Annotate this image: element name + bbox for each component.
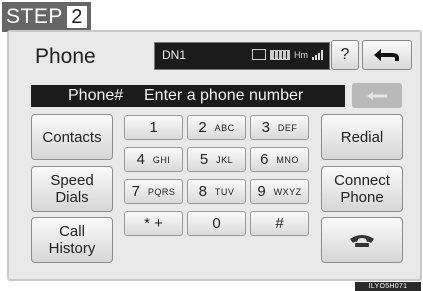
key-letters: WXYZ — [273, 186, 302, 197]
key-digit: # — [275, 215, 284, 232]
connect-phone-button[interactable]: Connect Phone — [321, 166, 403, 212]
key-3[interactable]: 3 DEF — [250, 115, 309, 140]
key-digit: 5 — [199, 151, 209, 168]
status-icons: Hm — [252, 49, 323, 60]
key-letters: TUV — [214, 186, 235, 197]
device-name: DN1 — [162, 48, 187, 62]
key-2[interactable]: 2 ABC — [187, 115, 246, 140]
key-digit: 1 — [149, 119, 158, 136]
signal-strength-icon — [312, 49, 323, 60]
speed-dials-line-2: Dials — [55, 189, 89, 206]
call-history-line-2: History — [48, 240, 96, 257]
phone-number-label: Phone# — [68, 87, 124, 104]
step-label: STEP 2 — [2, 2, 91, 32]
key-star-plus[interactable]: * + — [124, 211, 183, 236]
key-8[interactable]: 8 TUV — [187, 179, 246, 204]
redial-label: Redial — [340, 128, 384, 146]
key-digit: 2 — [198, 119, 207, 136]
delete-button[interactable] — [352, 83, 402, 108]
connect-phone-label: Connect Phone — [334, 172, 390, 206]
phone-number-field[interactable]: Phone# Enter a phone number — [31, 85, 345, 107]
phone-handset-icon — [350, 235, 374, 247]
key-digit: 8 — [198, 183, 207, 200]
key-digit: 9 — [257, 183, 266, 200]
key-7[interactable]: 7 PQRS — [124, 179, 183, 204]
back-button[interactable] — [362, 40, 412, 70]
help-button[interactable]: ? — [331, 40, 359, 70]
redial-button[interactable]: Redial — [321, 114, 403, 160]
key-9[interactable]: 9 WXYZ — [250, 179, 309, 204]
key-digit: 4 — [136, 151, 145, 168]
call-button[interactable] — [321, 217, 403, 263]
page-title: Phone — [35, 45, 96, 68]
key-digit: 3 — [261, 119, 270, 136]
key-digit: 0 — [212, 215, 221, 232]
call-history-label: Call History — [49, 223, 96, 257]
phone-number-placeholder: Enter a phone number — [144, 87, 304, 104]
figure-caption: ILYO5H071 — [355, 282, 421, 291]
speed-dials-line-1: Speed — [50, 172, 94, 189]
key-digit: * + — [144, 215, 163, 232]
key-digit: 7 — [131, 183, 140, 200]
key-letters: PQRS — [147, 186, 176, 197]
call-history-line-1: Call — [59, 223, 85, 240]
key-letters: GHI — [152, 154, 171, 165]
key-letters: JKL — [216, 154, 234, 165]
speed-dials-label: Speed Dials — [50, 172, 93, 206]
contacts-button[interactable]: Contacts — [31, 114, 113, 160]
step-text: STEP — [6, 5, 63, 28]
key-4[interactable]: 4 GHI — [124, 147, 183, 172]
key-digit: 6 — [260, 151, 269, 168]
speed-dials-button[interactable]: Speed Dials — [31, 166, 113, 212]
phone-screen: Phone DN1 Hm ? Phone# Enter a phone numb… — [7, 30, 422, 281]
roaming-label: Hm — [294, 49, 308, 60]
connect-phone-line-1: Connect — [334, 172, 390, 189]
key-hash[interactable]: # — [250, 211, 309, 236]
backspace-arrow-icon — [367, 91, 387, 100]
key-6[interactable]: 6 MNO — [250, 147, 309, 172]
battery-icon — [270, 49, 290, 60]
bluetooth-icon — [252, 49, 266, 60]
key-letters: MNO — [276, 154, 299, 165]
step-number: 2 — [66, 6, 87, 28]
key-5[interactable]: 5 JKL — [187, 147, 246, 172]
key-letters: DEF — [277, 122, 298, 133]
device-status-bar: DN1 Hm — [154, 42, 330, 70]
key-1[interactable]: 1 — [124, 115, 183, 140]
key-0[interactable]: 0 — [187, 211, 246, 236]
contacts-label: Contacts — [42, 128, 102, 146]
connect-phone-line-2: Phone — [340, 189, 384, 206]
call-history-button[interactable]: Call History — [31, 217, 113, 263]
key-letters: ABC — [214, 122, 235, 133]
back-arrow-icon — [374, 49, 399, 61]
